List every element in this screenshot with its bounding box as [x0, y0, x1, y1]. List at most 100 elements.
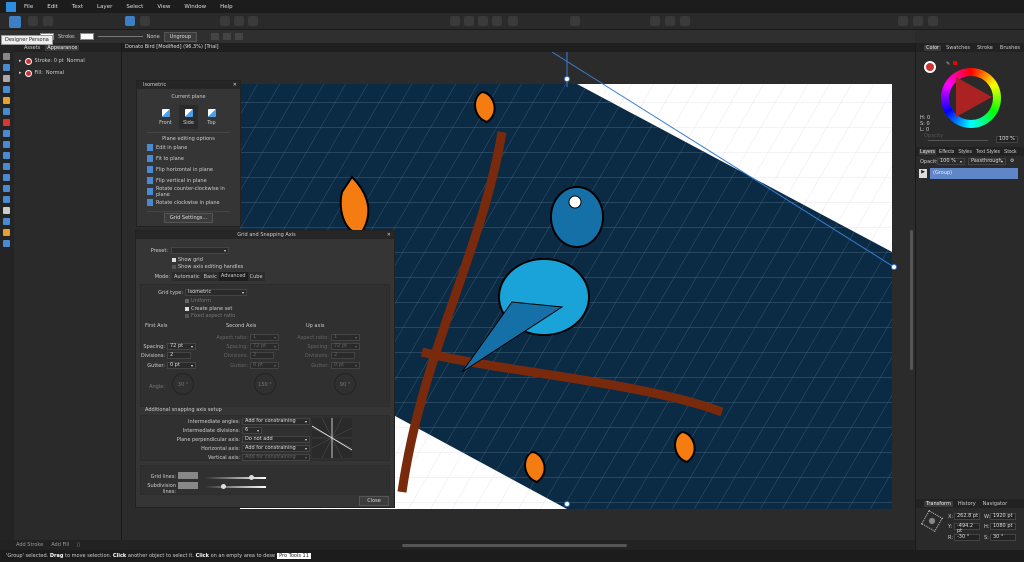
first-spacing-field[interactable]: 72 pt — [167, 343, 196, 350]
close-icon[interactable]: ✕ — [233, 82, 237, 88]
menu-select[interactable]: Select — [126, 4, 143, 10]
opacity-field[interactable]: 100 % — [996, 136, 1018, 143]
vertical-scrollbar[interactable] — [910, 230, 913, 370]
rotate-ccw-button[interactable]: Rotate counter-clockwise in plane — [137, 186, 240, 198]
opacity-slider[interactable] — [928, 140, 988, 141]
plane-perpendicular-select[interactable]: Do not add — [242, 436, 310, 443]
mode-basic[interactable]: Basic — [202, 274, 219, 280]
selection-handle[interactable] — [891, 264, 897, 270]
assistant-icon[interactable] — [928, 16, 938, 26]
stroke-row-label[interactable]: Stroke: 0 pt — [35, 58, 64, 64]
flip-icon[interactable] — [464, 16, 474, 26]
plane-front-button[interactable]: Front — [156, 105, 175, 129]
document-tab[interactable]: Donato Bird [Modified] (96.3%) [Trial] — [122, 43, 915, 52]
w-field[interactable]: 1920 pt — [990, 513, 1016, 520]
stroke-blend-mode[interactable]: Normal — [67, 58, 85, 64]
pixel-persona-icon[interactable] — [28, 16, 38, 26]
app-logo[interactable] — [6, 1, 16, 12]
align-icon[interactable] — [211, 33, 220, 40]
show-grid-checkbox[interactable]: Show grid — [172, 257, 203, 263]
intermediate-angles-select[interactable]: Add for constraining — [242, 418, 310, 425]
tab-history[interactable]: History — [956, 501, 978, 507]
create-plane-set-checkbox[interactable]: Create plane set — [185, 306, 232, 312]
fill-row-label[interactable]: Fill: — [35, 70, 43, 76]
trash-icon[interactable]: ▯ — [77, 542, 80, 548]
transform-icon[interactable] — [220, 16, 230, 26]
color-picker-icon[interactable]: ✎ — [946, 61, 950, 67]
crop-tool-icon[interactable] — [3, 163, 10, 170]
boolean-icon[interactable] — [680, 16, 690, 26]
mode-automatic[interactable]: Automatic — [172, 274, 202, 280]
blend-mode-select[interactable]: Passthrough — [968, 158, 1006, 165]
intermediate-divisions-select[interactable]: 6 — [242, 427, 262, 434]
transparency-tool-icon[interactable] — [3, 141, 10, 148]
assistant-icon[interactable] — [913, 16, 923, 26]
tab-stroke[interactable]: Stroke — [975, 45, 995, 51]
subdivision-opacity-slider[interactable] — [206, 484, 266, 489]
tab-brushes[interactable]: Brushes — [998, 45, 1022, 51]
fill-stroke-selector[interactable] — [924, 61, 936, 73]
designer-persona-icon[interactable] — [9, 16, 21, 28]
assistant-icon[interactable] — [898, 16, 908, 26]
grid-lines-opacity-slider[interactable] — [206, 475, 266, 480]
pen-tool-icon[interactable] — [3, 97, 10, 104]
export-persona-icon[interactable] — [43, 16, 53, 26]
arrange-icon[interactable] — [508, 16, 518, 26]
close-icon[interactable]: ✕ — [387, 232, 391, 238]
menu-layer[interactable]: Layer — [97, 4, 112, 10]
edit-in-plane-button[interactable]: Edit in plane — [137, 142, 240, 153]
view-mode-icon[interactable] — [140, 16, 150, 26]
pencil-tool-icon[interactable] — [3, 108, 10, 115]
fill-tool-icon[interactable] — [3, 130, 10, 137]
transform-icon[interactable] — [234, 16, 244, 26]
close-button[interactable]: Close — [359, 496, 389, 506]
flip-icon[interactable] — [450, 16, 460, 26]
tab-assets[interactable]: Assets — [22, 45, 42, 51]
h-field[interactable]: 1080 pt — [990, 523, 1016, 530]
grid-settings-button[interactable]: Grid Settings... — [163, 213, 214, 223]
layer-row-group[interactable]: (Group) — [930, 168, 1018, 179]
gear-icon[interactable]: ⚙ — [1010, 158, 1014, 164]
menu-edit[interactable]: Edit — [47, 4, 58, 10]
selection-handle[interactable] — [564, 76, 570, 82]
tab-text-styles[interactable]: Text Styles — [975, 149, 1001, 155]
hand-tool-icon[interactable] — [3, 229, 10, 236]
add-fill-button[interactable]: Add Fill — [51, 542, 69, 548]
corner-tool-icon[interactable] — [3, 86, 10, 93]
y-field[interactable]: -494.2 pt — [954, 523, 980, 534]
horizontal-scrollbar[interactable] — [122, 540, 915, 550]
snapping-icon[interactable] — [125, 16, 135, 26]
layer-expand-icon[interactable]: ▶ — [919, 169, 927, 178]
fill-blend-mode[interactable]: Normal — [46, 70, 64, 76]
mode-cube[interactable]: Cube — [248, 274, 265, 280]
boolean-icon[interactable] — [650, 16, 660, 26]
plane-top-button[interactable]: Top — [202, 105, 221, 129]
align-icon[interactable] — [235, 33, 244, 40]
move-tool-icon[interactable] — [3, 53, 10, 60]
menu-window[interactable]: Window — [184, 4, 206, 10]
rotation-field[interactable]: -30 ° — [954, 534, 980, 541]
color-triangle[interactable] — [956, 77, 992, 117]
rectangle-tool-icon[interactable] — [3, 174, 10, 181]
text-tool-icon[interactable] — [3, 207, 10, 214]
tab-appearance[interactable]: Appearance — [45, 44, 80, 51]
zoom-tool-icon[interactable] — [3, 240, 10, 247]
preset-select[interactable] — [171, 247, 229, 254]
place-tool-icon[interactable] — [3, 152, 10, 159]
tab-styles[interactable]: Styles — [957, 149, 973, 155]
arrange-icon[interactable] — [492, 16, 502, 26]
flip-vertical-button[interactable]: Flip vertical in plane — [137, 175, 240, 186]
ungroup-button[interactable]: Ungroup — [163, 31, 198, 42]
mode-advanced[interactable]: Advanced — [218, 272, 248, 281]
add-stroke-button[interactable]: Add Stroke — [16, 542, 43, 548]
tab-swatches[interactable]: Swatches — [944, 45, 972, 51]
align-icon[interactable] — [223, 33, 232, 40]
grid-lines-color[interactable] — [178, 472, 198, 479]
transform-icon[interactable] — [248, 16, 258, 26]
tab-effects[interactable]: Effects — [938, 149, 955, 155]
tab-stock[interactable]: Stock — [1003, 149, 1018, 155]
align-icon[interactable] — [570, 16, 580, 26]
flip-horizontal-button[interactable]: Flip horizontal in plane — [137, 164, 240, 175]
node-tool-icon[interactable] — [3, 75, 10, 82]
boolean-icon[interactable] — [665, 16, 675, 26]
